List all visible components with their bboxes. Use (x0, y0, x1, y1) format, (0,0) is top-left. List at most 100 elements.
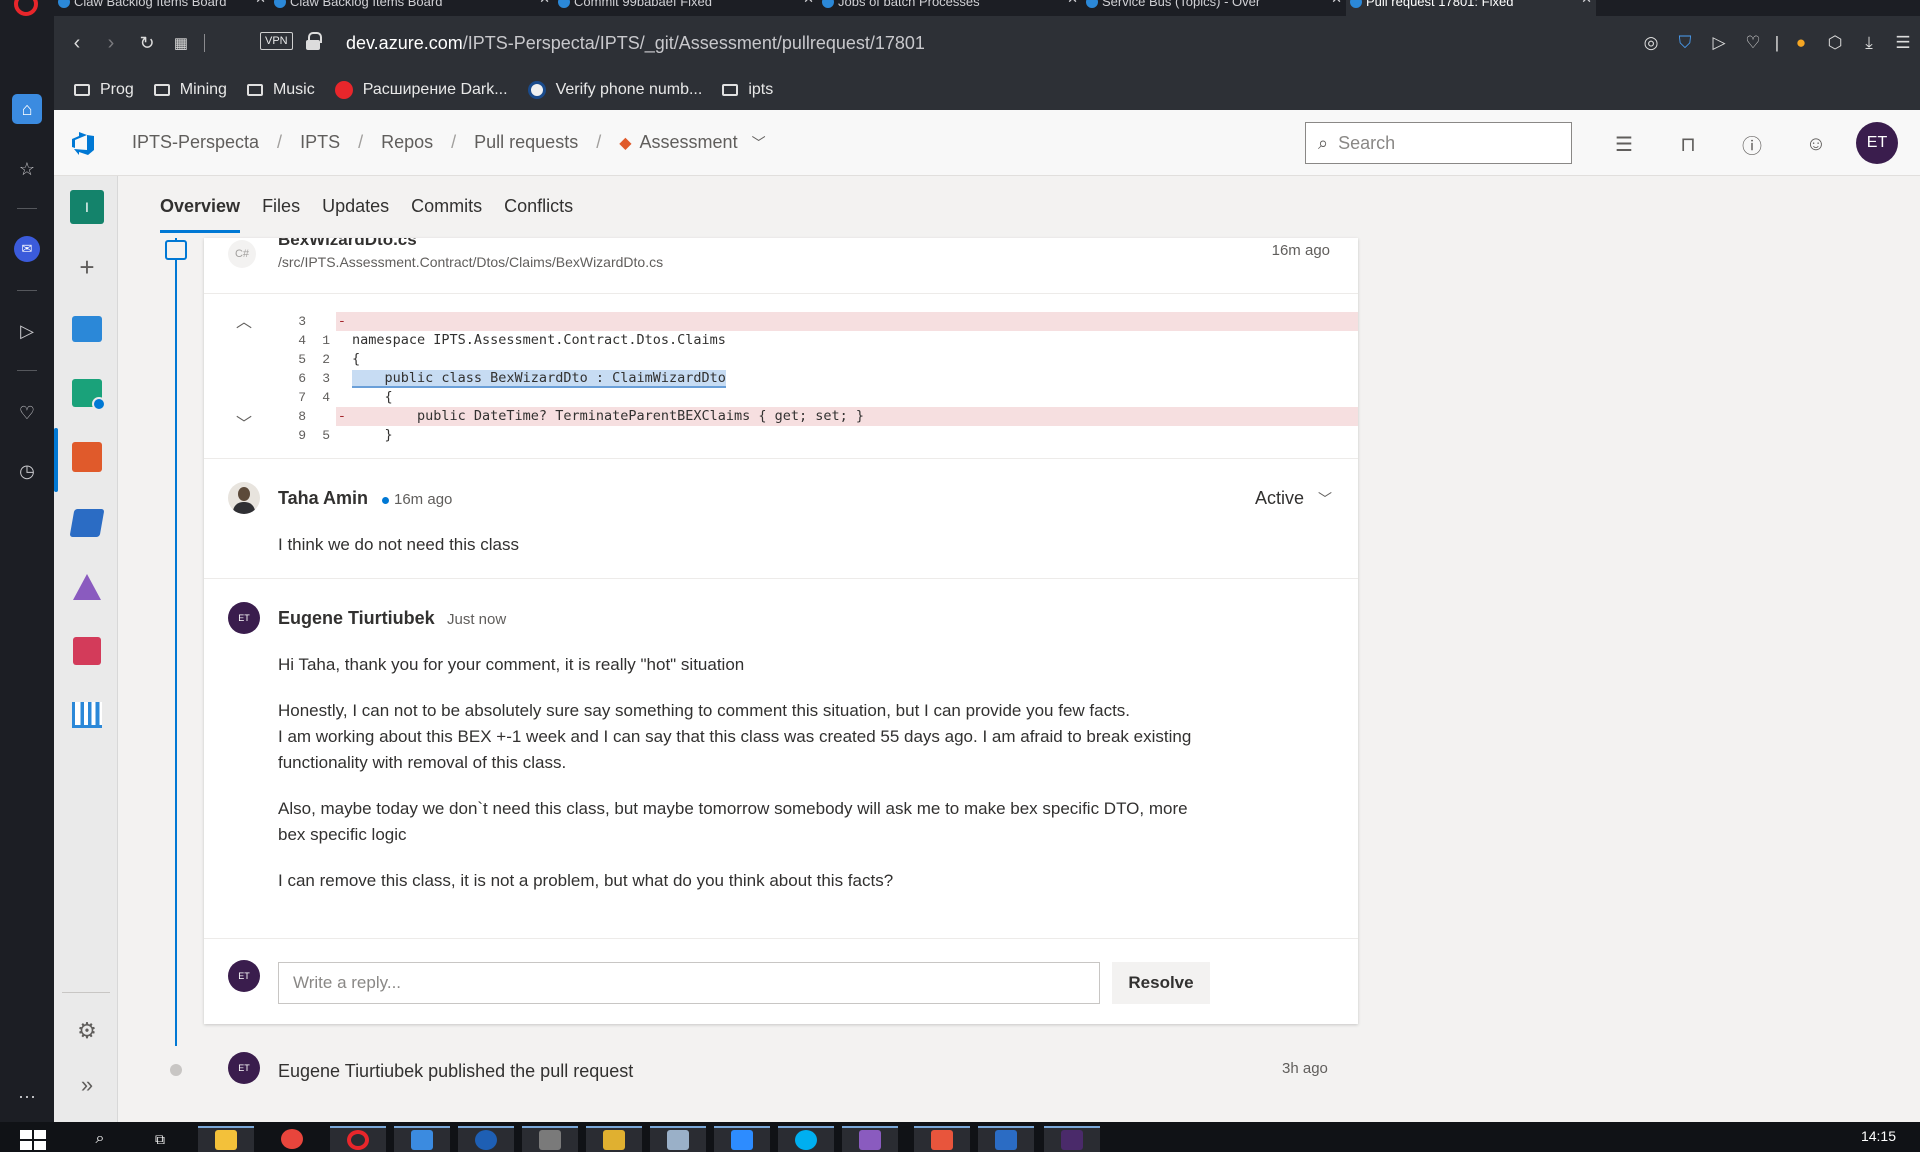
settings-icon[interactable]: ⚙ (70, 1014, 104, 1048)
boards-icon[interactable] (70, 376, 106, 411)
breadcrumb-repo[interactable]: Assessment (640, 132, 738, 153)
app-icon[interactable] (1044, 1126, 1100, 1152)
reply-input[interactable]: Write a reply... (278, 962, 1100, 1004)
file-explorer-icon[interactable] (198, 1126, 254, 1152)
browser-tab[interactable]: Claw Backlog Items Board✕ (270, 0, 554, 16)
breadcrumb-repos[interactable]: Repos (381, 132, 433, 153)
app-icon[interactable] (914, 1126, 970, 1152)
repos-icon[interactable] (70, 440, 104, 474)
search-input[interactable]: ⌕ Search (1305, 122, 1572, 164)
back-icon[interactable]: ‹ (64, 30, 90, 56)
app-icon[interactable] (458, 1126, 514, 1152)
browser-tab[interactable]: Jobs of batch Processes✕ (818, 0, 1082, 16)
speed-dial-icon[interactable]: ▦ (168, 30, 194, 56)
chevron-down-icon[interactable]: ﹀ (752, 133, 766, 153)
visual-studio-icon[interactable] (842, 1126, 898, 1152)
chevron-up-icon[interactable]: ︿ (236, 308, 252, 332)
project-avatar-icon[interactable]: I (70, 190, 104, 224)
comment-author[interactable]: Taha Amin (278, 488, 368, 509)
browser-tab[interactable]: Commit 99babaef Fixed✕ (554, 0, 818, 16)
bookmark-folder[interactable]: Music (246, 81, 315, 99)
opera-icon[interactable] (330, 1126, 386, 1152)
chevron-down-icon: ﹀ (1318, 490, 1332, 507)
app-icon[interactable] (586, 1126, 642, 1152)
close-icon[interactable]: ✕ (1067, 0, 1078, 5)
shopping-bag-icon[interactable]: ⊓ (1674, 130, 1702, 158)
avatar[interactable] (228, 482, 260, 514)
reload-icon[interactable]: ↻ (134, 30, 160, 56)
azure-devops-logo-icon[interactable] (70, 130, 96, 156)
messenger-icon[interactable]: ✉ (14, 236, 40, 262)
heart-icon[interactable]: ♡ (1736, 30, 1770, 56)
heart-icon[interactable]: ♡ (12, 398, 42, 428)
tab-files[interactable]: Files (262, 196, 300, 233)
pipelines-icon[interactable] (69, 506, 105, 540)
file-name[interactable]: BexWizardDto.cs (278, 238, 417, 250)
bookmark-folder[interactable]: ipts (722, 81, 773, 99)
chrome-icon[interactable] (264, 1126, 320, 1152)
analytics-icon[interactable] (70, 698, 104, 732)
vpn-badge[interactable]: VPN (260, 32, 293, 50)
tab-commits[interactable]: Commits (411, 196, 482, 233)
resolve-button[interactable]: Resolve (1112, 962, 1210, 1004)
skype-icon[interactable] (778, 1126, 834, 1152)
bookmark-folder[interactable]: Prog (74, 81, 134, 99)
home-icon[interactable]: ⌂ (12, 94, 42, 124)
send-icon[interactable]: ▷ (1702, 30, 1736, 56)
close-icon[interactable]: ✕ (255, 0, 266, 5)
star-icon[interactable]: ☆ (12, 154, 42, 184)
menu-icon[interactable]: ☰ (1886, 30, 1920, 56)
add-icon[interactable]: + (70, 250, 104, 284)
app-icon[interactable] (650, 1126, 706, 1152)
close-icon[interactable]: ✕ (1581, 0, 1592, 5)
bookmark-link[interactable]: Verify phone numb... (527, 81, 702, 99)
search-icon[interactable]: ⌕ (72, 1126, 128, 1152)
url-field[interactable]: dev.azure.com/IPTS-Perspecta/IPTS/_git/A… (346, 33, 925, 54)
help-icon[interactable]: ⓘ (1738, 130, 1766, 158)
player-icon[interactable]: ▷ (12, 316, 42, 346)
overview-icon[interactable] (70, 312, 104, 346)
thread-status-dropdown[interactable]: Active ﹀ (1255, 488, 1332, 509)
browser-tab[interactable]: Service Bus (Topics) - Over✕ (1082, 0, 1346, 16)
history-icon[interactable]: ◷ (12, 456, 42, 486)
zoom-icon[interactable] (714, 1126, 770, 1152)
bookmark-folder[interactable]: Mining (153, 81, 227, 99)
forward-icon[interactable]: › (98, 30, 124, 56)
tab-conflicts[interactable]: Conflicts (504, 196, 573, 233)
list-icon[interactable]: ☰ (1610, 130, 1638, 158)
browser-tab[interactable]: Claw Backlog Items Board✕ (54, 0, 270, 16)
close-icon[interactable]: ✕ (539, 0, 550, 5)
tab-updates[interactable]: Updates (322, 196, 389, 233)
camera-icon[interactable]: ◎ (1634, 30, 1668, 56)
tab-overview[interactable]: Overview (160, 196, 241, 233)
browser-tab-active[interactable]: Pull request 17801: Fixed✕ (1346, 0, 1596, 16)
bulb-icon[interactable]: ● (1784, 30, 1818, 56)
snipping-tool-icon[interactable] (394, 1126, 450, 1152)
close-icon[interactable]: ✕ (1331, 0, 1342, 5)
expand-icon[interactable]: » (70, 1068, 104, 1102)
breadcrumb-project[interactable]: IPTS (300, 132, 340, 153)
app-icon[interactable] (522, 1126, 578, 1152)
opera-logo-icon[interactable] (14, 0, 38, 16)
more-icon[interactable]: ⋯ (12, 1082, 42, 1112)
lock-icon[interactable] (306, 32, 322, 50)
shield-icon[interactable]: ⛉ (1668, 30, 1702, 56)
bookmark-link[interactable]: Расширение Dark... (334, 81, 508, 99)
artifacts-icon[interactable] (70, 634, 104, 668)
breadcrumb-org[interactable]: IPTS-Perspecta (132, 132, 259, 153)
avatar[interactable]: ET (1856, 122, 1898, 164)
user-settings-icon[interactable]: ☺ (1802, 130, 1830, 158)
test-plans-icon[interactable] (70, 570, 104, 604)
clock[interactable]: 14:15 (1861, 1128, 1896, 1144)
task-view-icon[interactable]: ⧉ (132, 1126, 188, 1152)
chevron-down-icon[interactable]: ﹀ (236, 410, 252, 434)
download-icon[interactable]: ⤓ (1852, 30, 1886, 56)
breadcrumb-pull-requests[interactable]: Pull requests (474, 132, 578, 153)
avatar[interactable]: ET (228, 602, 260, 634)
app-icon[interactable] (978, 1126, 1034, 1152)
close-icon[interactable]: ✕ (803, 0, 814, 5)
comment-author[interactable]: Eugene Tiurtiubek (278, 608, 435, 629)
avatar[interactable]: ET (228, 1052, 260, 1084)
windows-start-icon[interactable] (20, 1130, 46, 1150)
cube-icon[interactable]: ⬡ (1818, 30, 1852, 56)
